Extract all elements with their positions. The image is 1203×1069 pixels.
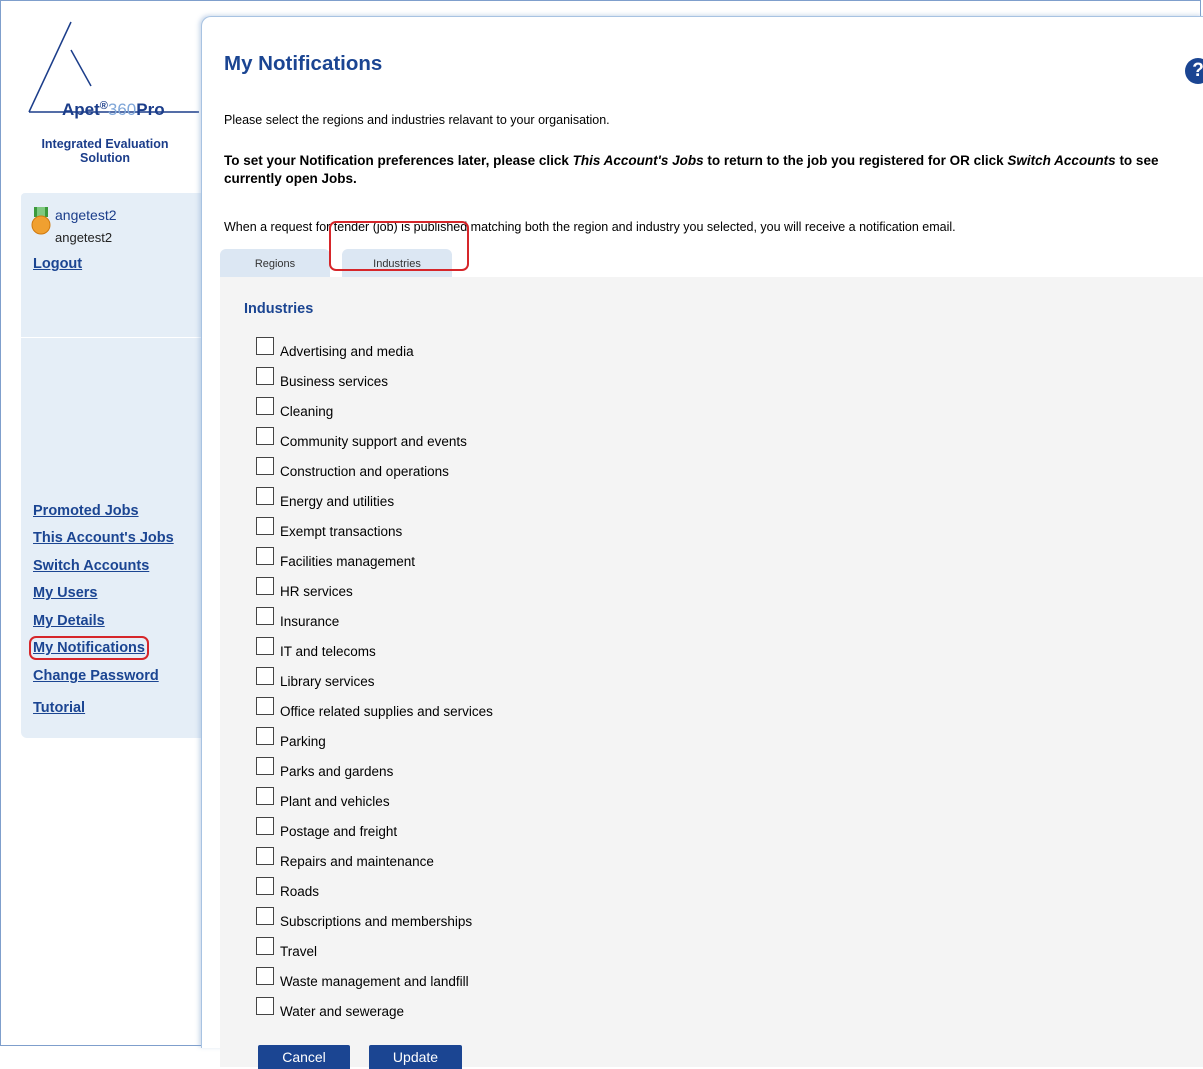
tab-regions[interactable]: Regions — [220, 249, 330, 277]
industry-label[interactable]: Office related supplies and services — [280, 704, 493, 719]
nav-this-accounts-jobs[interactable]: This Account's Jobs — [33, 530, 174, 546]
help-icon[interactable]: ? — [1185, 58, 1203, 84]
industry-label[interactable]: Cleaning — [280, 404, 333, 419]
industry-checkbox[interactable] — [256, 337, 274, 355]
industries-panel: Industries Advertising and media Business… — [220, 277, 1203, 1069]
industry-checkbox[interactable] — [256, 907, 274, 925]
industry-checkbox[interactable] — [256, 577, 274, 595]
industry-checkbox[interactable] — [256, 487, 274, 505]
logo-subtitle: Integrated Evaluation Solution — [9, 137, 201, 165]
industry-label[interactable]: Community support and events — [280, 434, 467, 449]
industry-label[interactable]: Insurance — [280, 614, 339, 629]
industry-label[interactable]: Repairs and maintenance — [280, 854, 434, 869]
industry-checkbox[interactable] — [256, 637, 274, 655]
industry-checkbox[interactable] — [256, 937, 274, 955]
industry-checkbox[interactable] — [256, 607, 274, 625]
instructions-switch-accounts: Switch Accounts — [1007, 153, 1116, 168]
logo: Apet®360Pro Integrated Evaluation Soluti… — [9, 14, 201, 174]
industry-checkbox[interactable] — [256, 727, 274, 745]
instructions-mid: to return to the job you registered for … — [703, 153, 1008, 168]
industry-checkbox[interactable] — [256, 367, 274, 385]
industry-checkbox[interactable] — [256, 997, 274, 1015]
user-name: angetest2 — [55, 207, 117, 223]
industry-label[interactable]: Waste management and landfill — [280, 974, 469, 989]
industry-label[interactable]: HR services — [280, 584, 353, 599]
medal-icon — [31, 207, 51, 235]
industry-label[interactable]: Roads — [280, 884, 319, 899]
industry-label[interactable]: Construction and operations — [280, 464, 449, 479]
industry-label[interactable]: Energy and utilities — [280, 494, 394, 509]
logout-link[interactable]: Logout — [33, 256, 82, 272]
industry-checkbox[interactable] — [256, 757, 274, 775]
industry-label[interactable]: Library services — [280, 674, 375, 689]
industry-label[interactable]: Water and sewerage — [280, 1004, 404, 1019]
update-button[interactable]: Update — [369, 1045, 462, 1069]
industry-label[interactable]: Travel — [280, 944, 317, 959]
industry-checkbox[interactable] — [256, 457, 274, 475]
industry-label[interactable]: Exempt transactions — [280, 524, 402, 539]
notice-text: When a request for tender (job) is publi… — [224, 220, 956, 234]
tab-industries[interactable]: Industries — [342, 249, 452, 277]
nav-change-password[interactable]: Change Password — [33, 668, 159, 684]
nav-my-users[interactable]: My Users — [33, 585, 97, 601]
industry-label[interactable]: Business services — [280, 374, 388, 389]
industry-checkbox[interactable] — [256, 817, 274, 835]
cancel-button[interactable]: Cancel — [258, 1045, 350, 1069]
industry-checkbox[interactable] — [256, 667, 274, 685]
industry-label[interactable]: Subscriptions and memberships — [280, 914, 472, 929]
instructions-this-accounts-jobs: This Account's Jobs — [572, 153, 704, 168]
user-panel: angetest2 angetest2 Logout Promoted Jobs… — [21, 193, 201, 738]
industry-label[interactable]: IT and telecoms — [280, 644, 376, 659]
industry-checkbox[interactable] — [256, 847, 274, 865]
industry-label[interactable]: Plant and vehicles — [280, 794, 390, 809]
nav-my-details[interactable]: My Details — [33, 613, 105, 629]
logo-wordmark: Apet®360Pro — [62, 100, 165, 119]
nav-tutorial[interactable]: Tutorial — [33, 700, 85, 716]
intro-text: Please select the regions and industries… — [224, 113, 610, 127]
instructions-prefix: To set your Notification preferences lat… — [224, 153, 573, 168]
industry-label[interactable]: Facilities management — [280, 554, 415, 569]
tab-bar: Regions Industries — [220, 245, 1203, 279]
industry-label[interactable]: Postage and freight — [280, 824, 397, 839]
industries-heading: Industries — [244, 301, 314, 317]
industry-label[interactable]: Advertising and media — [280, 344, 414, 359]
industry-checkbox[interactable] — [256, 547, 274, 565]
industry-checkbox[interactable] — [256, 517, 274, 535]
nav-my-notifications[interactable]: My Notifications — [29, 636, 149, 660]
instructions-text: To set your Notification preferences lat… — [224, 152, 1180, 188]
industry-checkbox[interactable] — [256, 787, 274, 805]
industry-label[interactable]: Parking — [280, 734, 326, 749]
industry-checkbox[interactable] — [256, 427, 274, 445]
industry-checkbox[interactable] — [256, 967, 274, 985]
page-title: My Notifications — [224, 52, 383, 75]
industry-checkbox[interactable] — [256, 397, 274, 415]
nav-switch-accounts[interactable]: Switch Accounts — [33, 558, 149, 574]
sidebar: Apet®360Pro Integrated Evaluation Soluti… — [9, 0, 201, 1048]
account-name: angetest2 — [55, 230, 113, 245]
industry-label[interactable]: Parks and gardens — [280, 764, 393, 779]
industry-checkbox[interactable] — [256, 877, 274, 895]
nav-promoted-jobs[interactable]: Promoted Jobs — [33, 503, 139, 519]
industry-checkbox[interactable] — [256, 697, 274, 715]
sidebar-divider — [21, 337, 201, 338]
main-panel: My Notifications ? Please select the reg… — [201, 16, 1203, 1069]
logo-subtitle-text: Integrated Evaluation Solution — [41, 137, 169, 165]
